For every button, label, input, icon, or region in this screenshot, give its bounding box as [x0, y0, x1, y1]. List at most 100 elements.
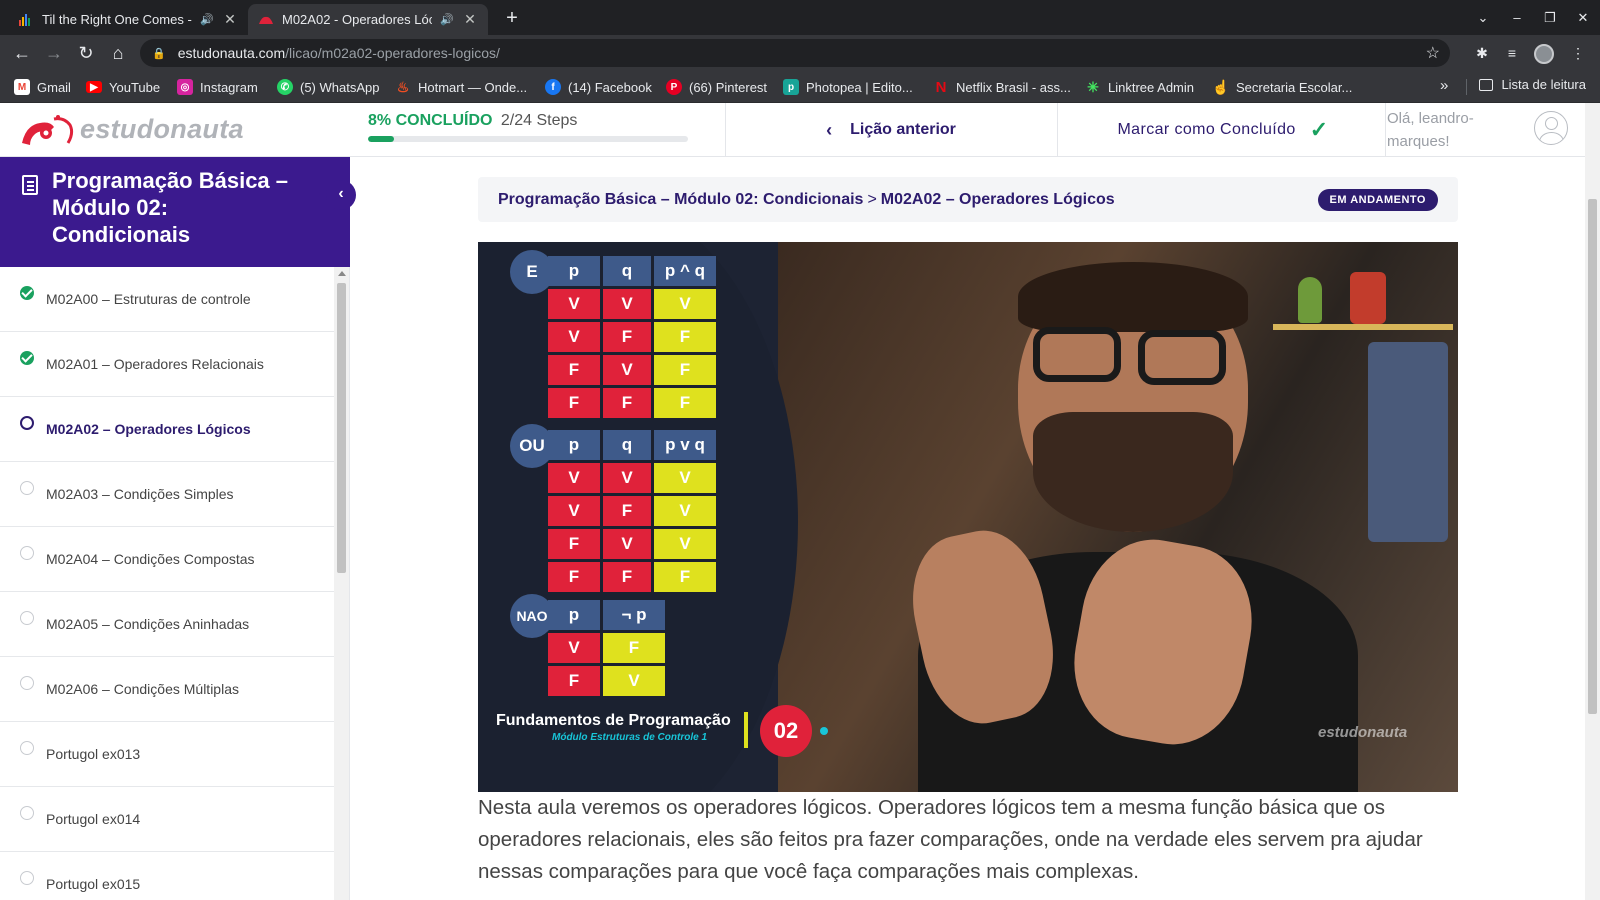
- bookmark-netflix[interactable]: N Netflix Brasil - ass...: [933, 77, 1071, 97]
- current-lesson-circle-icon: [20, 416, 34, 430]
- bookmark-facebook[interactable]: f (14) Facebook: [545, 77, 652, 97]
- sidebar-lesson-item[interactable]: M02A00 – Estruturas de controle: [0, 267, 334, 332]
- course-header: Programação Básica – Módulo 02: Condicio…: [0, 157, 350, 267]
- breadcrumb-course-link[interactable]: Programação Básica – Módulo 02: Condicio…: [498, 191, 863, 209]
- course-sidebar: Programação Básica – Módulo 02: Condicio…: [0, 157, 350, 900]
- previous-lesson-button[interactable]: ‹ Lição anterior: [726, 103, 1056, 157]
- breadcrumb-separator: >: [867, 190, 877, 208]
- tab-title: M02A02 - Operadores Lóc: [282, 12, 433, 27]
- bookmark-secretaria[interactable]: ☝ Secretaria Escolar...: [1212, 77, 1353, 97]
- speaker-icon[interactable]: 🔊: [440, 13, 454, 26]
- incomplete-circle-icon: [20, 481, 34, 495]
- sidebar-lesson-item[interactable]: M02A05 – Condições Aninhadas: [0, 592, 334, 657]
- collapse-sidebar-button[interactable]: ‹: [326, 180, 356, 210]
- lock-icon[interactable]: 🔒: [152, 47, 166, 60]
- scroll-up-icon[interactable]: [338, 271, 346, 276]
- tab-search-icon[interactable]: ⌄: [1468, 6, 1498, 30]
- media-control-icon[interactable]: ≡: [1500, 41, 1524, 65]
- truth-table-cell: V: [603, 666, 665, 696]
- bookmark-star-icon[interactable]: ☆: [1426, 43, 1440, 63]
- video-figure: [1298, 277, 1322, 323]
- extensions-icon[interactable]: ✱: [1470, 41, 1494, 65]
- truth-table-cell: V: [654, 529, 716, 559]
- netflix-icon: N: [935, 78, 947, 96]
- bookmark-gmail[interactable]: M Gmail: [14, 77, 71, 97]
- sidebar-lesson-item[interactable]: M02A04 – Condições Compostas: [0, 527, 334, 592]
- new-tab-button[interactable]: +: [500, 6, 524, 30]
- profile-avatar[interactable]: [1534, 44, 1554, 64]
- bookmark-hotmart[interactable]: ♨ Hotmart — Onde...: [395, 77, 527, 97]
- presenter-glasses: [1033, 327, 1121, 382]
- bookmark-linktree[interactable]: ✳ Linktree Admin: [1085, 77, 1194, 97]
- lesson-description: Nesta aula veremos os operadores lógicos…: [478, 796, 1423, 883]
- back-icon[interactable]: ←: [10, 41, 34, 65]
- course-progress: 8% CONCLUÍDO 2/24 Steps: [368, 112, 688, 142]
- lesson-label: M02A03 – Condições Simples: [46, 486, 234, 502]
- breadcrumb-lesson-link[interactable]: M02A02 – Operadores Lógicos: [881, 191, 1115, 209]
- incomplete-circle-icon: [20, 806, 34, 820]
- bookmark-label: Linktree Admin: [1108, 79, 1194, 95]
- browser-tab-music[interactable]: Til the Right One Comes - 🔊 ✕: [8, 4, 248, 35]
- lesson-label: M02A01 – Operadores Relacionais: [46, 356, 264, 372]
- sidebar-lesson-item[interactable]: Portugol ex014: [0, 787, 334, 852]
- reading-list-button[interactable]: Lista de leitura: [1479, 77, 1586, 92]
- sidebar-lesson-item[interactable]: M02A02 – Operadores Lógicos: [0, 397, 334, 462]
- bookmark-label: (14) Facebook: [568, 79, 652, 95]
- bookmark-instagram[interactable]: ◎ Instagram: [177, 77, 258, 97]
- incomplete-circle-icon: [20, 611, 34, 625]
- video-caption: Fundamentos de Programação Módulo Estrut…: [496, 712, 731, 743]
- truth-table-header: ¬ p: [603, 600, 665, 630]
- bookmark-youtube[interactable]: ▶ YouTube: [86, 77, 160, 97]
- or-truth-table: pqp v qVVVVFVFVVFFF: [548, 430, 716, 592]
- progress-percent: 8% CONCLUÍDO: [368, 112, 493, 129]
- lesson-label: Portugol ex014: [46, 811, 141, 827]
- estudonauta-logo[interactable]: estudonauta: [18, 111, 244, 147]
- and-truth-table: pqp ^ qVVVVFFFVFFFF: [548, 256, 716, 418]
- divider: [1466, 79, 1467, 95]
- user-avatar[interactable]: [1534, 111, 1568, 145]
- whatsapp-icon: ✆: [277, 79, 293, 95]
- incomplete-circle-icon: [20, 676, 34, 690]
- lesson-label: Portugol ex013: [46, 746, 141, 762]
- bookmark-photopea[interactable]: p Photopea | Edito...: [783, 77, 913, 97]
- truth-table-header: p ^ q: [654, 256, 716, 286]
- sidebar-lesson-item[interactable]: M02A01 – Operadores Relacionais: [0, 332, 334, 397]
- browser-tab-lesson[interactable]: M02A02 - Operadores Lóc 🔊 ✕: [248, 4, 488, 35]
- lesson-label: M02A02 – Operadores Lógicos: [46, 421, 251, 437]
- page-scrollbar[interactable]: [1585, 103, 1600, 900]
- close-window-icon[interactable]: ✕: [1568, 6, 1598, 30]
- presenter-hair: [1018, 262, 1248, 332]
- url-host: estudonauta.com: [177, 45, 286, 61]
- sidebar-lesson-item[interactable]: Portugol ex013: [0, 722, 334, 787]
- scrollbar-thumb[interactable]: [337, 283, 346, 573]
- bookmark-label: Secretaria Escolar...: [1236, 79, 1353, 95]
- bookmark-label: YouTube: [109, 79, 161, 95]
- restore-icon[interactable]: ❐: [1535, 6, 1565, 30]
- speaker-icon[interactable]: 🔊: [200, 13, 214, 26]
- home-icon[interactable]: ⌂: [106, 41, 130, 65]
- sidebar-lesson-item[interactable]: M02A03 – Condições Simples: [0, 462, 334, 527]
- scrollbar-thumb[interactable]: [1588, 199, 1597, 714]
- close-tab-icon[interactable]: ✕: [462, 11, 478, 28]
- forward-icon[interactable]: →: [42, 41, 66, 65]
- truth-table-header: q: [603, 256, 651, 286]
- browser-tab-bar: Til the Right One Comes - 🔊 ✕ M02A02 - O…: [0, 0, 1600, 35]
- close-tab-icon[interactable]: ✕: [222, 11, 238, 28]
- bookmark-pinterest[interactable]: P (66) Pinterest: [666, 77, 767, 97]
- sidebar-scrollbar[interactable]: [334, 267, 349, 900]
- address-bar[interactable]: 🔒 estudonauta.com /licao/m02a02-operador…: [140, 39, 1450, 67]
- incomplete-circle-icon: [20, 546, 34, 560]
- reload-icon[interactable]: ↻: [74, 41, 98, 65]
- minimize-icon[interactable]: –: [1502, 6, 1532, 30]
- sidebar-lesson-item[interactable]: M02A06 – Condições Múltiplas: [0, 657, 334, 722]
- menu-kebab-icon[interactable]: ⋮: [1566, 41, 1590, 65]
- course-title[interactable]: Programação Básica – Módulo 02: Condicio…: [52, 167, 312, 248]
- bookmarks-overflow-icon[interactable]: »: [1440, 77, 1448, 94]
- bookmark-label: (5) WhatsApp: [300, 79, 380, 95]
- sidebar-lesson-item[interactable]: Portugol ex015: [0, 852, 334, 900]
- lesson-label: M02A06 – Condições Múltiplas: [46, 681, 239, 697]
- mark-complete-button[interactable]: Marcar como Concluído ✓: [1058, 103, 1388, 157]
- incomplete-circle-icon: [20, 871, 34, 885]
- lesson-video-player[interactable]: E pqp ^ qVVVVFFFVFFFF OU pqp v qVVVVFVFV…: [478, 242, 1458, 792]
- bookmark-whatsapp[interactable]: ✆ (5) WhatsApp: [277, 77, 379, 97]
